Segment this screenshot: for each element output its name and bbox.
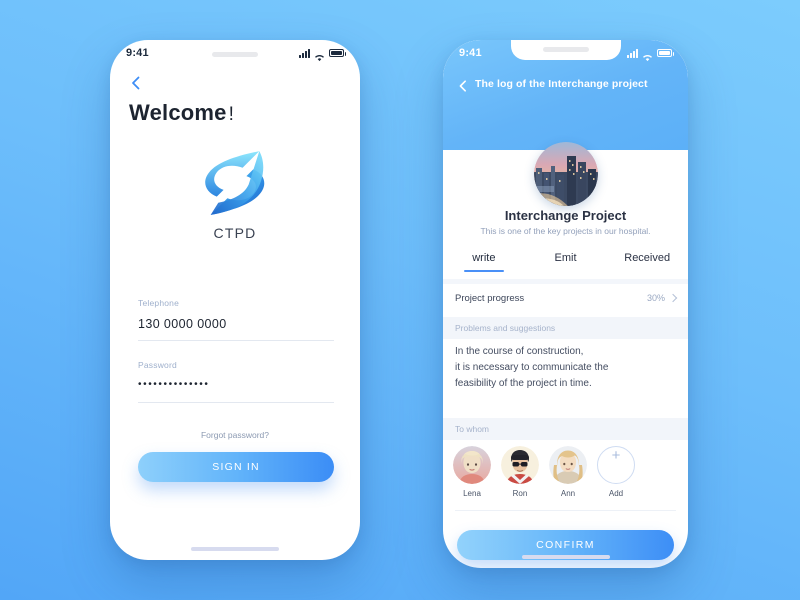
recipient-list: Lena Ron Ann + Add	[453, 446, 678, 498]
status-icons	[299, 48, 346, 61]
towhom-section-label: To whom	[455, 424, 490, 434]
tab-received[interactable]: Received	[606, 252, 688, 272]
tab-divider	[443, 279, 688, 284]
wifi-icon	[314, 49, 325, 61]
message-line-2: it is necessary to communicate the	[455, 362, 609, 373]
header-title: The log of the Interchange project	[475, 78, 648, 90]
recipient-name: Ron	[512, 489, 528, 498]
password-field[interactable]: Password ••••••••••••••	[138, 360, 334, 403]
password-underline	[138, 402, 334, 403]
add-recipient-button[interactable]: + Add	[597, 446, 635, 498]
tab-emit[interactable]: Emit	[525, 252, 607, 272]
status-time: 9:41	[126, 47, 149, 59]
towhom-section-header: To whom	[443, 418, 688, 440]
recipient-name: Lena	[463, 489, 481, 498]
signal-bars-icon	[627, 48, 638, 58]
page-title: Welcome!	[129, 100, 234, 126]
phone-mockup-project-log: 9:41 The log of the Interchange project	[443, 40, 688, 568]
welcome-text: Welcome	[129, 100, 227, 125]
password-label: Password	[138, 360, 177, 370]
battery-icon	[657, 49, 674, 57]
back-chevron-icon[interactable]	[457, 79, 469, 92]
wifi-icon	[642, 49, 653, 61]
welcome-exclamation: !	[228, 104, 235, 125]
battery-icon	[329, 49, 346, 57]
telephone-label: Telephone	[138, 298, 180, 308]
telephone-underline	[138, 340, 334, 341]
recipient-name: Ann	[560, 489, 576, 498]
avatar-ron-photo	[501, 446, 539, 484]
project-subtitle: This is one of the key projects in our h…	[480, 226, 651, 236]
avatar-ann-photo	[549, 446, 587, 484]
notch	[510, 40, 621, 60]
divider	[455, 510, 676, 511]
recipient-lena[interactable]: Lena	[453, 446, 491, 498]
password-input[interactable]: ••••••••••••••	[138, 379, 334, 395]
phone-mockup-login: 9:41 Welcome! CTPD Telephone 130 0000 00…	[110, 40, 360, 560]
project-log-screen: 9:41 The log of the Interchange project	[443, 40, 688, 568]
project-progress-row[interactable]: Project progress 30%	[443, 285, 688, 311]
speaker-bar	[542, 47, 589, 52]
problems-section-label: Problems and suggestions	[455, 323, 556, 333]
message-line-3: feasibility of the project in time.	[455, 378, 592, 389]
recipient-ron[interactable]: Ron	[501, 446, 539, 498]
ctpd-s-logo-icon	[205, 151, 265, 215]
login-screen: 9:41 Welcome! CTPD Telephone 130 0000 00…	[110, 40, 360, 560]
project-name: Interchange Project	[504, 208, 627, 223]
status-time: 9:41	[459, 47, 482, 59]
tab-bar: write Emit Received	[443, 252, 688, 272]
brand-logo: CTPD	[110, 145, 360, 241]
avatar-lena-photo	[453, 446, 491, 484]
project-avatar	[533, 142, 598, 206]
telephone-input[interactable]: 130 0000 0000	[138, 317, 334, 333]
back-chevron-icon[interactable]	[129, 76, 143, 90]
chevron-right-icon	[668, 293, 678, 303]
sign-in-button[interactable]: SIGN IN	[138, 452, 334, 482]
tab-write[interactable]: write	[443, 252, 525, 272]
recipient-ann[interactable]: Ann	[549, 446, 587, 498]
logo-label: CTPD	[213, 225, 257, 241]
signal-bars-icon	[299, 48, 310, 58]
home-indicator	[521, 555, 610, 559]
forgot-password-link[interactable]: Forgot password?	[110, 430, 360, 440]
project-progress-label: Project progress	[455, 292, 525, 304]
status-icons	[627, 48, 674, 61]
home-indicator	[191, 547, 279, 551]
cityscape-avatar-photo	[533, 142, 598, 206]
speaker-bar	[212, 52, 258, 57]
plus-icon: +	[597, 446, 635, 484]
recipient-name: Add	[608, 489, 624, 498]
message-body[interactable]: In the course of construction, it is nec…	[455, 344, 676, 392]
problems-section-header: Problems and suggestions	[443, 317, 688, 339]
message-line-1: In the course of construction,	[455, 346, 584, 357]
telephone-field[interactable]: Telephone 130 0000 0000	[138, 298, 334, 341]
project-progress-value: 30%	[646, 293, 665, 303]
